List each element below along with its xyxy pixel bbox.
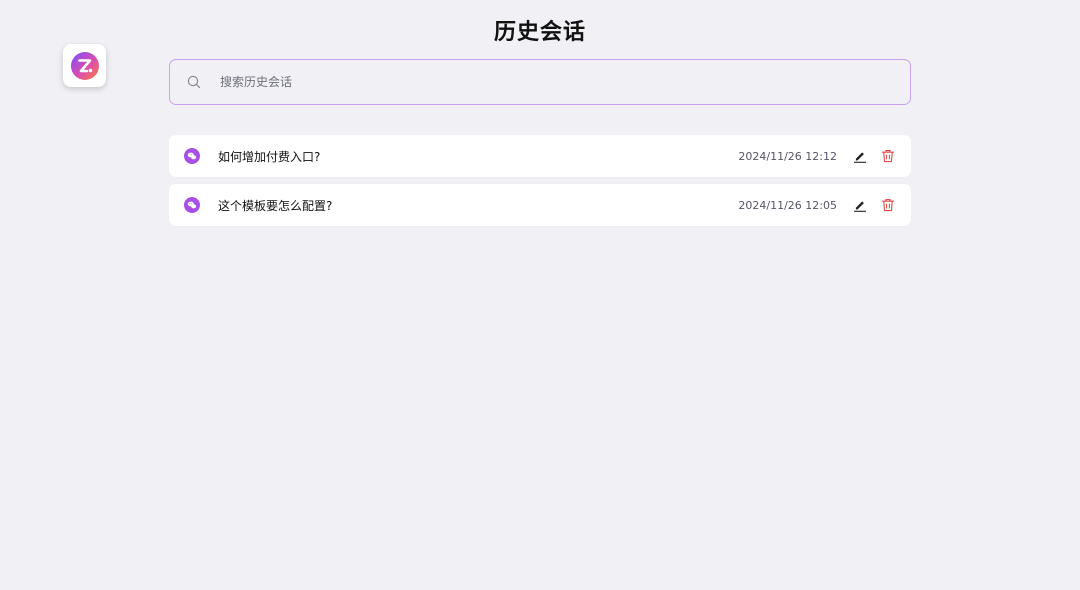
session-time: 2024/11/26 12:05	[738, 198, 837, 212]
search-input[interactable]	[218, 74, 862, 90]
pencil-icon	[854, 152, 866, 163]
trash-icon	[881, 150, 895, 163]
page-title: 历史会话	[493, 20, 586, 45]
session-list: 如何增加付费入口? 2024/11/26 12:12 这个模板要怎么配置? 20…	[169, 135, 911, 233]
app-logo-icon	[70, 51, 99, 80]
delete-button[interactable]	[879, 147, 897, 165]
session-item[interactable]: 这个模板要怎么配置? 2024/11/26 12:05	[169, 184, 911, 226]
chat-bubble-icon	[184, 197, 200, 213]
session-time: 2024/11/26 12:12	[738, 149, 837, 163]
app-logo[interactable]	[63, 44, 106, 87]
pencil-icon	[854, 201, 866, 212]
session-title: 如何增加付费入口?	[218, 149, 321, 164]
delete-button[interactable]	[879, 196, 897, 214]
history-page: 历史会话 如何增加付费入口? 2024/11/26 12:12	[0, 0, 1080, 590]
chat-bubble-icon	[184, 148, 200, 164]
session-item[interactable]: 如何增加付费入口? 2024/11/26 12:12	[169, 135, 911, 177]
search-icon	[187, 75, 201, 89]
trash-icon	[881, 199, 895, 212]
edit-button[interactable]	[851, 196, 869, 214]
edit-button[interactable]	[851, 147, 869, 165]
search-box[interactable]	[169, 59, 911, 105]
session-title: 这个模板要怎么配置?	[218, 198, 333, 213]
